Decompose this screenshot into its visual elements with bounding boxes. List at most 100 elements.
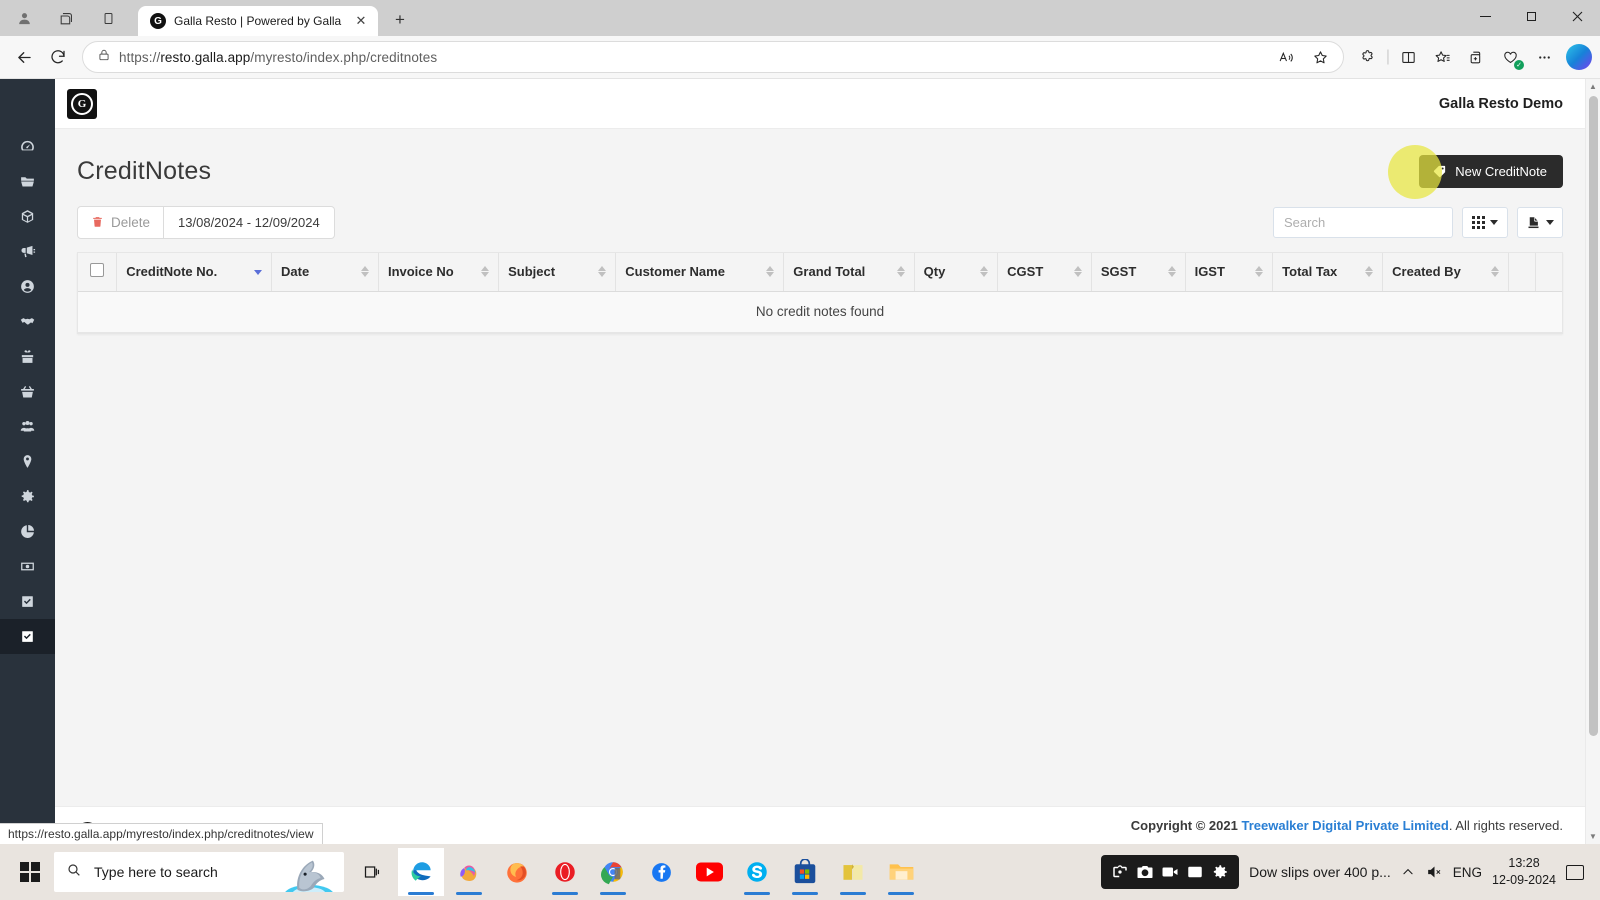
back-icon[interactable] (8, 41, 40, 73)
column-header-grand-total[interactable]: Grand Total (783, 253, 915, 292)
taskbar-clock[interactable]: 13:28 12-09-2024 (1492, 855, 1556, 889)
sidebar-item-locations[interactable] (0, 444, 55, 479)
search-input[interactable] (1273, 206, 1453, 238)
page-scrollbar[interactable]: ▲ ▼ (1585, 79, 1600, 844)
taskbar-app-file-explorer[interactable] (878, 848, 924, 896)
favorite-star-icon[interactable] (1305, 41, 1337, 73)
select-all-header[interactable] (78, 253, 118, 292)
sidebar-item-creditnotes[interactable] (0, 619, 55, 654)
column-header-qty[interactable]: Qty (914, 253, 999, 292)
taskbar-search[interactable]: Type here to search (54, 852, 344, 892)
sort-icon[interactable] (980, 266, 989, 278)
sidebar-item-account[interactable] (0, 269, 55, 304)
taskbar-app-firefox[interactable] (494, 848, 540, 896)
sort-icon[interactable] (1365, 266, 1374, 278)
sidebar-item-partners[interactable] (0, 304, 55, 339)
column-header-cgst[interactable]: CGST (997, 253, 1092, 292)
column-header-sgst[interactable]: SGST (1091, 253, 1186, 292)
column-header-creditnote-no[interactable]: CreditNote No. (116, 253, 273, 292)
sidebar-item-dashboard[interactable] (0, 129, 55, 164)
taskbar-app-skype[interactable] (734, 848, 780, 896)
export-button[interactable] (1517, 206, 1563, 238)
new-creditnote-button[interactable]: New CreditNote (1388, 144, 1563, 199)
browser-tab[interactable]: G Galla Resto | Powered by Galla ✕ (138, 6, 378, 36)
sidebar-item-orders[interactable] (0, 374, 55, 409)
sidebar-item-offers[interactable] (0, 339, 55, 374)
sort-icon[interactable] (598, 266, 607, 278)
select-all-checkbox[interactable] (90, 263, 105, 278)
column-header-created-by[interactable]: Created By (1382, 253, 1510, 292)
sidebar-item-settings[interactable] (0, 479, 55, 514)
sort-icon[interactable] (360, 266, 369, 278)
taskbar-app-notes[interactable] (830, 848, 876, 896)
sort-desc-icon[interactable] (254, 270, 263, 276)
tab-actions-icon[interactable] (88, 2, 128, 34)
page-main: CreditNotes New CreditNote Delete 13/08/ (55, 129, 1585, 806)
notifications-icon[interactable] (1566, 864, 1584, 880)
sort-icon[interactable] (1073, 266, 1082, 278)
taskbar-app-youtube[interactable] (686, 848, 732, 896)
start-button[interactable] (6, 848, 54, 896)
close-icon[interactable]: ✕ (352, 12, 370, 30)
shopping-icon[interactable]: ✓ (1494, 41, 1526, 73)
column-header-total-tax[interactable]: Total Tax (1272, 253, 1384, 292)
sidebar-item-reports[interactable] (0, 514, 55, 549)
news-ticker[interactable]: Dow slips over 400 p... (1249, 864, 1391, 880)
language-indicator[interactable]: ENG (1453, 865, 1482, 880)
column-header-date[interactable]: Date (271, 253, 379, 292)
account-label[interactable]: Galla Resto Demo (1439, 96, 1563, 112)
column-header-customer-name[interactable]: Customer Name (615, 253, 785, 292)
scrollbar-thumb[interactable] (1589, 96, 1598, 736)
refresh-icon[interactable] (42, 41, 74, 73)
app-logo[interactable]: G (67, 88, 97, 119)
taskbar-app-copilot[interactable] (446, 848, 492, 896)
sort-icon[interactable] (766, 266, 775, 278)
sidebar-item-marketing[interactable] (0, 234, 55, 269)
workspaces-icon[interactable] (46, 2, 86, 34)
taskbar-app-facebook[interactable] (638, 848, 684, 896)
sort-icon[interactable] (481, 266, 490, 278)
column-header-subject[interactable]: Subject (498, 253, 617, 292)
check-square-icon (22, 596, 33, 607)
sidebar-item-files[interactable] (0, 164, 55, 199)
sort-icon[interactable] (896, 266, 905, 278)
collections-icon[interactable] (1426, 41, 1458, 73)
show-hidden-icons[interactable] (1401, 865, 1415, 879)
sort-icon[interactable] (1491, 266, 1500, 278)
read-aloud-icon[interactable] (1271, 41, 1303, 73)
sidebar-item-payments[interactable] (0, 549, 55, 584)
date-range-picker[interactable]: 13/08/2024 - 12/09/2024 (164, 205, 335, 239)
column-header-invoice-no[interactable]: Invoice No (378, 253, 500, 292)
scroll-down-icon[interactable]: ▼ (1586, 829, 1600, 844)
sort-icon[interactable] (1167, 266, 1176, 278)
recorder-toolbar[interactable] (1101, 855, 1240, 889)
taskbar-app-edge[interactable] (398, 848, 444, 896)
taskbar-app-opera[interactable] (542, 848, 588, 896)
close-window-icon[interactable] (1554, 0, 1600, 32)
scroll-up-icon[interactable]: ▲ (1586, 79, 1600, 94)
taskbar-app-store[interactable] (782, 848, 828, 896)
split-screen-icon[interactable] (1392, 41, 1424, 73)
page-viewport: G Galla Resto Demo CreditNotes New Credi… (0, 79, 1600, 844)
copilot-icon[interactable] (1566, 44, 1592, 70)
company-link[interactable]: Treewalker Digital Private Limited (1241, 818, 1448, 833)
task-view-icon[interactable] (350, 848, 396, 896)
extensions-icon[interactable] (1352, 41, 1384, 73)
address-bar[interactable]: https://resto.galla.app/myresto/index.ph… (82, 41, 1344, 73)
column-header-igst[interactable]: IGST (1185, 253, 1274, 292)
browser-essentials-icon[interactable] (1460, 41, 1492, 73)
profile-icon[interactable] (4, 2, 44, 34)
new-tab-button[interactable]: + (386, 6, 414, 34)
volume-muted-icon[interactable] (1425, 864, 1443, 880)
column-visibility-button[interactable] (1462, 206, 1508, 238)
sort-icon[interactable] (1255, 266, 1264, 278)
maximize-icon[interactable] (1508, 0, 1554, 32)
copyright-suffix: . All rights reserved. (1448, 818, 1563, 833)
sidebar-item-products[interactable] (0, 199, 55, 234)
taskbar-app-chrome[interactable] (590, 848, 636, 896)
sidebar-item-tasks[interactable] (0, 584, 55, 619)
minimize-icon[interactable] (1462, 0, 1508, 32)
delete-button[interactable]: Delete (77, 205, 165, 239)
more-options-icon[interactable] (1528, 41, 1560, 73)
sidebar-item-staff[interactable] (0, 409, 55, 444)
